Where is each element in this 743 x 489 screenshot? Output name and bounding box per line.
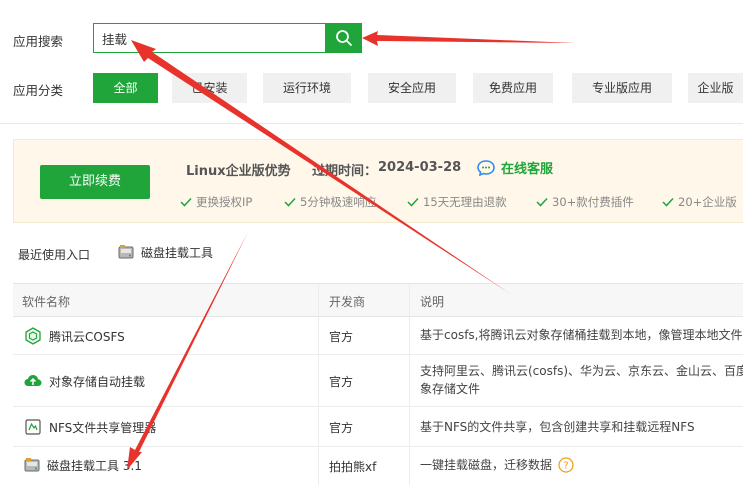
- category-runtime[interactable]: 运行环境: [263, 73, 351, 103]
- feature-item: 5分钟极速响应: [284, 194, 376, 210]
- cloud-upload-icon: [24, 375, 42, 386]
- plugin-description: 支持阿里云、腾讯云(cosfs)、华为云、京东云、金山云、百度 象存储文件: [420, 364, 743, 396]
- category-pro[interactable]: 专业版应用: [572, 73, 672, 103]
- check-icon: [662, 197, 674, 207]
- chat-icon: [477, 159, 495, 176]
- cosfs-icon: [25, 327, 41, 345]
- feature-item: 20+企业版: [662, 194, 737, 210]
- plugin-name: 对象存储自动挂载: [49, 374, 146, 389]
- plugin-name: 磁盘挂载工具 3.1: [47, 458, 142, 473]
- disk-icon: [118, 245, 134, 259]
- header-name: 软件名称: [22, 295, 71, 309]
- plugin-name: NFS文件共享管理器: [49, 420, 157, 435]
- header-developer: 开发商: [329, 295, 366, 309]
- search-label: 应用搜索: [13, 34, 64, 49]
- feature-item: 15天无理由退款: [407, 194, 507, 210]
- check-icon: [536, 197, 548, 207]
- renew-button[interactable]: 立即续费: [40, 165, 150, 199]
- plugin-description: 基于cosfs,将腾讯云对象存储桶挂载到本地，像管理本地文件: [420, 328, 743, 342]
- table-row[interactable]: NFS文件共享管理器 官方 基于NFS的文件共享，包含创建共享和挂载远程NFS: [13, 407, 743, 447]
- check-icon: [284, 197, 296, 207]
- category-label: 应用分类: [13, 83, 64, 98]
- promo-panel: 立即续费 Linux企业版优势 过期时间： 2024-03-28 在线客服 更换…: [13, 139, 743, 223]
- recent-item-disk-mount[interactable]: 磁盘挂载工具: [117, 243, 213, 261]
- search-input[interactable]: [93, 23, 325, 53]
- table-row[interactable]: 磁盘挂载工具 3.1 拍拍熊xf 一键挂载磁盘，迁移数据 ?: [13, 447, 743, 485]
- nfs-icon: [25, 419, 41, 435]
- feature-item: 更换授权IP: [180, 194, 252, 210]
- svg-text:?: ?: [563, 461, 568, 472]
- help-icon[interactable]: ?: [558, 457, 574, 473]
- arrow-to-search-button: [362, 31, 575, 46]
- table-row[interactable]: 腾讯云COSFS 官方 基于cosfs,将腾讯云对象存储桶挂载到本地，像管理本地…: [13, 317, 743, 355]
- category-installed[interactable]: 已安装: [172, 73, 247, 103]
- plugin-developer: 官方: [329, 330, 354, 344]
- plugin-developer: 拍拍熊xf: [329, 460, 377, 474]
- plugin-description: 基于NFS的文件共享，包含创建共享和挂载远程NFS: [420, 420, 695, 434]
- online-service-label: 在线客服: [501, 162, 554, 177]
- table-header: 软件名称 开发商 说明: [13, 283, 743, 317]
- section-divider: [0, 123, 743, 124]
- promo-title: Linux企业版优势: [186, 164, 291, 179]
- search-icon: [335, 30, 352, 46]
- category-security[interactable]: 安全应用: [368, 73, 456, 103]
- check-icon: [180, 197, 192, 207]
- category-free[interactable]: 免费应用: [473, 73, 553, 103]
- online-service-link[interactable]: 在线客服: [476, 158, 553, 177]
- expire-date: 2024-03-28: [378, 160, 462, 175]
- plugin-description: 一键挂载磁盘，迁移数据 ?: [420, 456, 574, 474]
- table-row[interactable]: 对象存储自动挂载 官方 支持阿里云、腾讯云(cosfs)、华为云、京东云、金山云…: [13, 355, 743, 407]
- plugin-name: 腾讯云COSFS: [49, 329, 125, 344]
- disk-icon: [24, 458, 40, 472]
- category-enterprise[interactable]: 企业版: [688, 73, 743, 103]
- recent-label: 最近使用入口: [18, 248, 91, 262]
- check-icon: [407, 197, 419, 207]
- header-description: 说明: [420, 295, 445, 309]
- category-all[interactable]: 全部: [93, 73, 158, 103]
- plugin-developer: 官方: [329, 421, 354, 435]
- plugin-developer: 官方: [329, 375, 354, 389]
- expire-label: 过期时间：: [312, 164, 378, 179]
- feature-item: 30+款付费插件: [536, 194, 634, 210]
- search-button[interactable]: [325, 23, 362, 53]
